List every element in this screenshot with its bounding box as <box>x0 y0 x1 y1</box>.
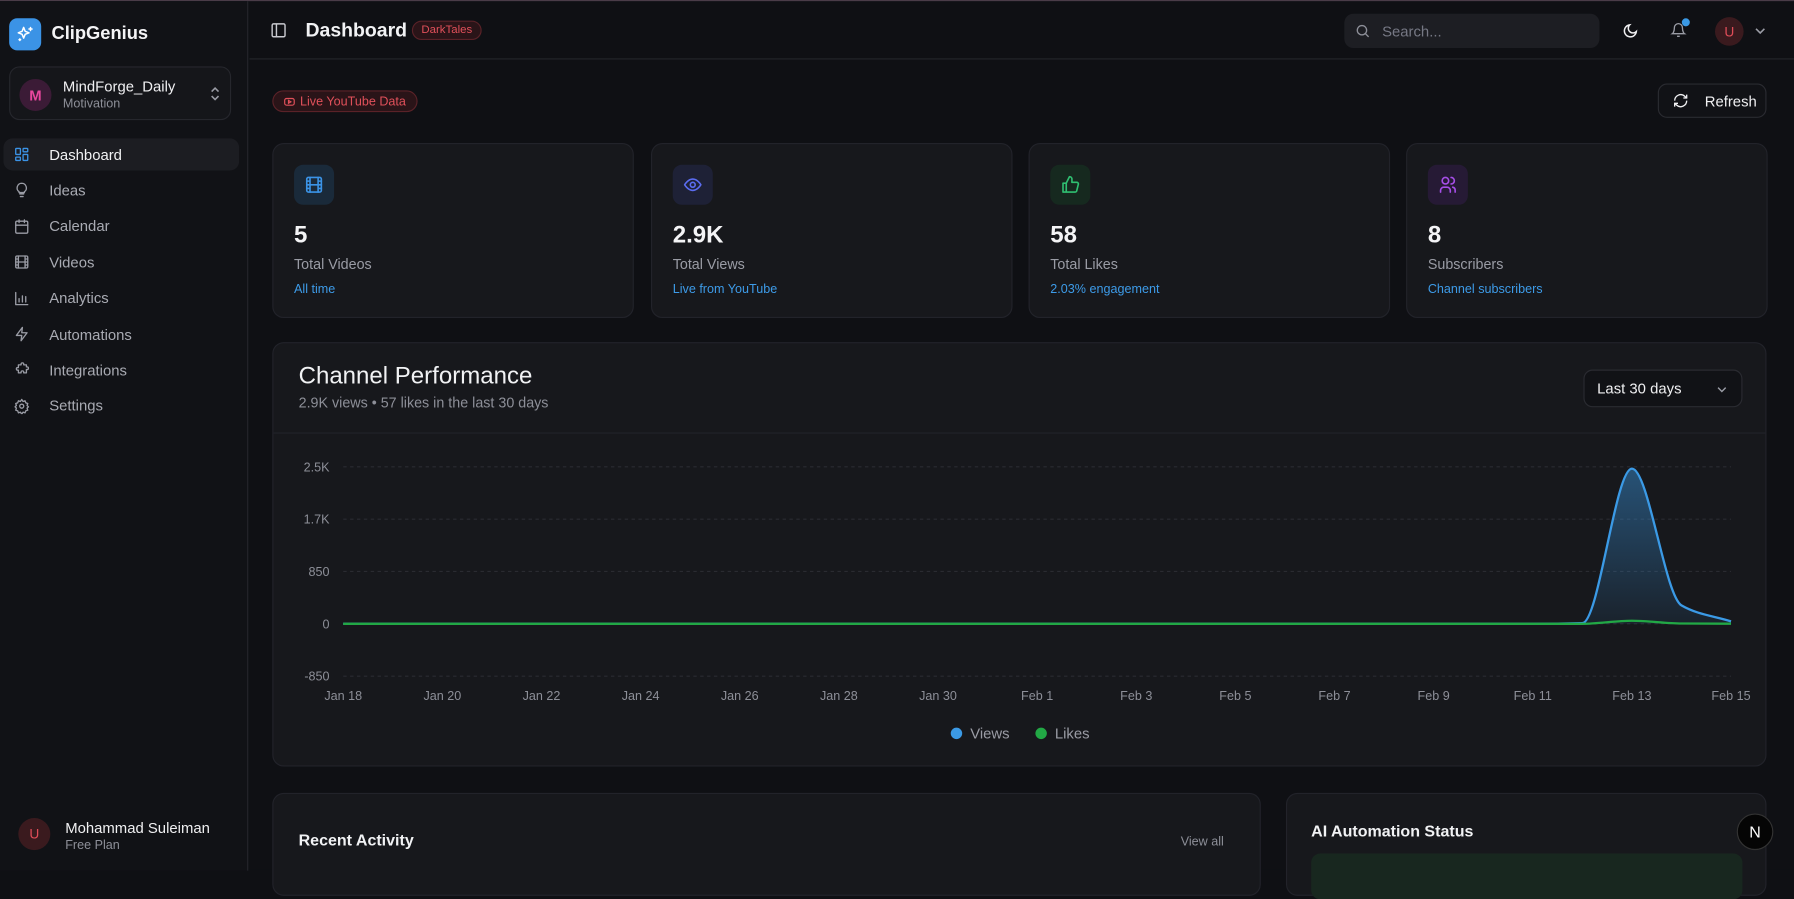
y-tick-label: 0 <box>323 617 330 631</box>
x-tick-label: Jan 18 <box>324 689 362 703</box>
x-tick-label: Jan 20 <box>423 689 461 703</box>
x-tick-label: Feb 9 <box>1418 689 1450 703</box>
x-tick-label: Feb 3 <box>1120 689 1152 703</box>
legend-label-likes: Likes <box>1055 727 1090 743</box>
view-all-link[interactable]: View all <box>1181 835 1224 849</box>
x-tick-label: Feb 13 <box>1612 689 1651 703</box>
views-line <box>343 467 1732 625</box>
x-tick-label: Jan 28 <box>820 689 858 703</box>
x-tick-label: Feb 7 <box>1318 689 1350 703</box>
performance-chart: -850 0 850 1.7K 2.5K Jan 18 Jan 20 Jan 22 Jan 24… <box>304 460 1751 743</box>
x-tick-label: Feb 1 <box>1021 689 1053 703</box>
legend-marker-likes <box>1035 727 1047 740</box>
legend-marker-views <box>950 727 963 740</box>
recent-activity-card: Recent Activity View all <box>272 792 1261 896</box>
ai-automation-card: AI Automation Status <box>1285 792 1767 899</box>
x-tick-label: Feb 11 <box>1514 689 1552 703</box>
x-tick-label: Jan 24 <box>622 689 660 703</box>
automation-status-box <box>1311 853 1743 899</box>
y-tick-label: 850 <box>309 565 330 579</box>
x-tick-label: Jan 26 <box>721 689 759 703</box>
x-tick-label: Jan 22 <box>523 689 561 703</box>
views-area <box>343 468 1732 624</box>
y-tick-label: -850 <box>304 670 329 684</box>
recent-activity-title: Recent Activity <box>298 830 414 849</box>
x-tick-label: Jan 30 <box>919 689 957 703</box>
next-dev-button[interactable]: N <box>1736 813 1774 851</box>
x-tick-label: Feb 5 <box>1219 689 1251 703</box>
ai-automation-title: AI Automation Status <box>1311 821 1474 840</box>
y-tick-label: 2.5K <box>304 460 330 474</box>
legend-label-views: Views <box>970 727 1009 743</box>
x-tick-label: Feb 15 <box>1711 689 1750 703</box>
y-tick-label: 1.7K <box>304 513 330 527</box>
likes-line <box>343 619 1732 625</box>
